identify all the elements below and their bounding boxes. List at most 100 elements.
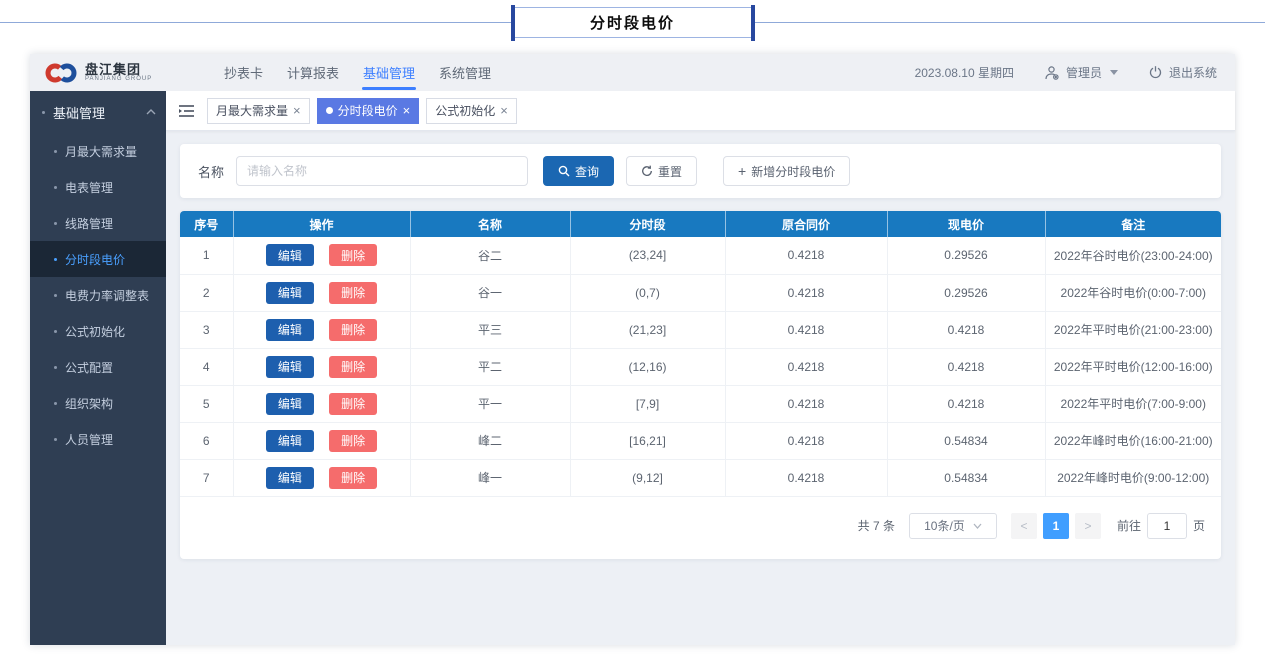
delete-button[interactable]: 删除 [329, 467, 377, 489]
cell-name: 谷一 [410, 274, 570, 311]
table-head: 序号操作名称分时段原合同价现电价备注 [180, 211, 1221, 237]
sidebar: 基础管理 月最大需求量 电表管理 线路管理 分时段电价 电费力率调整表 公式初始… [30, 91, 166, 645]
cell-remark: 2022年平时电价(7:00-9:00) [1045, 385, 1221, 422]
cell-current-price: 0.54834 [887, 459, 1045, 496]
brand-swirl-icon [44, 62, 78, 84]
tab-label: 分时段电价 [338, 102, 398, 119]
pagination-total: 共 7 条 [858, 517, 895, 534]
tab-label: 月最大需求量 [216, 102, 288, 119]
sidebar-item[interactable]: 月最大需求量 [30, 133, 166, 169]
next-page-button[interactable]: > [1075, 513, 1101, 539]
tab[interactable]: 公式初始化 × [426, 98, 517, 124]
sidebar-item[interactable]: 公式初始化 [30, 313, 166, 349]
delete-button[interactable]: 删除 [329, 319, 377, 341]
nav-item[interactable]: 计算报表 [275, 54, 351, 91]
sidebar-item-label: 月最大需求量 [65, 143, 137, 160]
table-row: 3 编辑 删除 平三 (21,23] 0.4218 0.4218 2022年平时… [180, 311, 1221, 348]
edit-button[interactable]: 编辑 [266, 244, 314, 266]
edit-button[interactable]: 编辑 [266, 467, 314, 489]
cell-contract-price: 0.4218 [725, 422, 887, 459]
bullet-dot-icon [54, 222, 57, 225]
delete-button[interactable]: 删除 [329, 393, 377, 415]
cell-index: 5 [180, 385, 233, 422]
delete-button[interactable]: 删除 [329, 356, 377, 378]
sidebar-item[interactable]: 线路管理 [30, 205, 166, 241]
nav-item-label: 抄表卡 [224, 63, 263, 82]
cell-period: (12,16) [570, 348, 725, 385]
bullet-dot-icon [54, 402, 57, 405]
search-field-label: 名称 [198, 162, 224, 181]
sidebar-item[interactable]: 电费力率调整表 [30, 277, 166, 313]
cell-actions: 编辑 删除 [233, 459, 410, 496]
cell-current-price: 0.4218 [887, 311, 1045, 348]
search-input[interactable] [236, 156, 528, 186]
edit-button[interactable]: 编辑 [266, 319, 314, 341]
table-row: 7 编辑 删除 峰一 (9,12] 0.4218 0.54834 2022年峰时… [180, 459, 1221, 496]
content-area: 月最大需求量 × 分时段电价 × 公式初始化 × 名称 [166, 91, 1235, 645]
fold-menu-icon[interactable] [178, 104, 195, 118]
workspace: 名称 查询 [166, 131, 1235, 645]
price-table: 序号操作名称分时段原合同价现电价备注 1 编辑 删除 谷二 (23,24] 0.… [180, 211, 1221, 497]
goto-page-input[interactable] [1147, 513, 1187, 539]
cell-contract-price: 0.4218 [725, 237, 887, 274]
bullet-dot-icon [42, 111, 45, 114]
close-icon[interactable]: × [500, 104, 508, 117]
nav-item[interactable]: 抄表卡 [212, 54, 275, 91]
cell-remark: 2022年谷时电价(0:00-7:00) [1045, 274, 1221, 311]
page: 分时段电价 盘江集团 PANJIANG GROUP 抄表卡 计算报表 基础管 [0, 0, 1265, 657]
close-icon[interactable]: × [293, 104, 301, 117]
close-icon[interactable]: × [403, 104, 411, 117]
user-icon [1044, 65, 1060, 81]
cell-index: 6 [180, 422, 233, 459]
cell-remark: 2022年峰时电价(9:00-12:00) [1045, 459, 1221, 496]
table-body: 1 编辑 删除 谷二 (23,24] 0.4218 0.29526 2022年谷… [180, 237, 1221, 496]
cell-actions: 编辑 删除 [233, 274, 410, 311]
page-size-select[interactable]: 10条/页 [909, 513, 997, 539]
app-window: 盘江集团 PANJIANG GROUP 抄表卡 计算报表 基础管理 系统管理 2… [30, 54, 1235, 645]
refresh-icon [641, 165, 653, 177]
tabs: 月最大需求量 × 分时段电价 × 公式初始化 × [207, 98, 517, 124]
tab[interactable]: 分时段电价 × [317, 98, 420, 124]
delete-button[interactable]: 删除 [329, 244, 377, 266]
user-menu[interactable]: 管理员 [1044, 64, 1118, 81]
cell-index: 3 [180, 311, 233, 348]
prev-page-button[interactable]: < [1011, 513, 1037, 539]
query-button[interactable]: 查询 [543, 156, 614, 186]
edit-button[interactable]: 编辑 [266, 393, 314, 415]
cell-name: 谷二 [410, 237, 570, 274]
edit-button[interactable]: 编辑 [266, 356, 314, 378]
cell-current-price: 0.29526 [887, 237, 1045, 274]
add-time-of-use-price-button[interactable]: + 新增分时段电价 [723, 156, 850, 186]
table-header-row: 序号操作名称分时段原合同价现电价备注 [180, 211, 1221, 237]
current-page-button[interactable]: 1 [1043, 513, 1069, 539]
chevron-up-icon [146, 109, 156, 115]
delete-button[interactable]: 删除 [329, 282, 377, 304]
main-nav: 抄表卡 计算报表 基础管理 系统管理 [212, 54, 503, 91]
table-row: 1 编辑 删除 谷二 (23,24] 0.4218 0.29526 2022年谷… [180, 237, 1221, 274]
goto-label: 前往 [1117, 517, 1141, 534]
cell-actions: 编辑 删除 [233, 422, 410, 459]
delete-button[interactable]: 删除 [329, 430, 377, 452]
nav-item[interactable]: 基础管理 [351, 54, 427, 91]
cell-contract-price: 0.4218 [725, 459, 887, 496]
sidebar-item[interactable]: 人员管理 [30, 421, 166, 457]
sidebar-item[interactable]: 电表管理 [30, 169, 166, 205]
sidebar-menu: 月最大需求量 电表管理 线路管理 分时段电价 电费力率调整表 公式初始化 公式配… [30, 133, 166, 457]
bullet-dot-icon [54, 438, 57, 441]
sidebar-group-base-management[interactable]: 基础管理 [30, 91, 166, 133]
sidebar-group-label: 基础管理 [53, 103, 105, 122]
cell-name: 峰一 [410, 459, 570, 496]
sidebar-item[interactable]: 公式配置 [30, 349, 166, 385]
reset-button[interactable]: 重置 [626, 156, 697, 186]
chevron-down-icon [1110, 70, 1118, 75]
cell-index: 1 [180, 237, 233, 274]
nav-item[interactable]: 系统管理 [427, 54, 503, 91]
logout-button[interactable]: 退出系统 [1148, 64, 1217, 81]
edit-button[interactable]: 编辑 [266, 430, 314, 452]
header-right: 2023.08.10 星期四 管理员 [915, 64, 1217, 81]
sidebar-item[interactable]: 分时段电价 [30, 241, 166, 277]
tab[interactable]: 月最大需求量 × [207, 98, 310, 124]
edit-button[interactable]: 编辑 [266, 282, 314, 304]
goto-suffix: 页 [1193, 517, 1205, 534]
sidebar-item[interactable]: 组织架构 [30, 385, 166, 421]
